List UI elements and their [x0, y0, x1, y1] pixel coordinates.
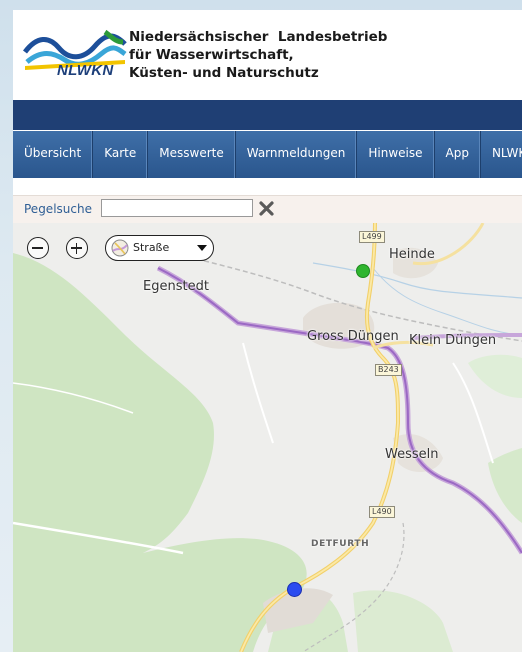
- close-icon[interactable]: [258, 200, 275, 217]
- blue-station[interactable]: [287, 582, 302, 597]
- layer-select-label: Straße: [133, 241, 170, 254]
- nav-item-karte[interactable]: Karte: [93, 131, 149, 178]
- road-shield: B243: [375, 364, 402, 376]
- org-line-1: Niedersächsischer Landesbetrieb: [129, 29, 388, 45]
- place-label: Klein Düngen: [409, 333, 497, 348]
- header-band: [13, 100, 522, 130]
- search-label: Pegelsuche: [24, 202, 92, 216]
- nav-item-uebersicht[interactable]: Übersicht: [13, 131, 94, 178]
- chevron-down-icon: [197, 245, 207, 251]
- main-navigation: Übersicht Karte Messwerte Warnmeldungen …: [13, 131, 522, 178]
- place-label: Gross Düngen: [307, 329, 399, 344]
- road-shield: L490: [369, 506, 395, 518]
- station-search-bar: Pegelsuche: [13, 195, 522, 223]
- minus-circle-icon[interactable]: [27, 237, 49, 259]
- nav-item-messwerte[interactable]: Messwerte: [148, 131, 236, 178]
- page: NLWKN Niedersächsischer Landesbetrieb fü…: [13, 10, 522, 652]
- logo-wordmark: NLWKN: [57, 62, 114, 79]
- organization-name: Niedersächsischer Landesbetrieb für Wass…: [129, 28, 387, 82]
- org-line-3: Küsten- und Naturschutz: [129, 65, 319, 81]
- plus-circle-icon[interactable]: [66, 237, 88, 259]
- site-header: NLWKN Niedersächsischer Landesbetrieb fü…: [13, 10, 522, 100]
- place-label: Egenstedt: [143, 279, 209, 294]
- map-canvas: [13, 223, 522, 652]
- nav-item-app[interactable]: App: [435, 131, 481, 178]
- search-input[interactable]: [101, 199, 253, 217]
- place-label: Heinde: [389, 247, 435, 262]
- org-line-2: für Wasserwirtschaft,: [129, 47, 294, 63]
- nav-item-nlwkn[interactable]: NLWKN: [481, 131, 522, 178]
- road-shield: L499: [359, 231, 385, 243]
- map-layer-select[interactable]: Straße: [105, 235, 214, 261]
- place-label: Wesseln: [385, 447, 439, 462]
- nav-item-hinweise[interactable]: Hinweise: [357, 131, 435, 178]
- nav-item-warnmeldungen[interactable]: Warnmeldungen: [236, 131, 358, 178]
- map-view[interactable]: Straße Heinde Egenstedt Gross Düngen Kle…: [13, 223, 522, 652]
- globe-icon: [111, 239, 129, 257]
- place-label: DETFURTH: [311, 539, 370, 549]
- green-station[interactable]: [356, 264, 370, 278]
